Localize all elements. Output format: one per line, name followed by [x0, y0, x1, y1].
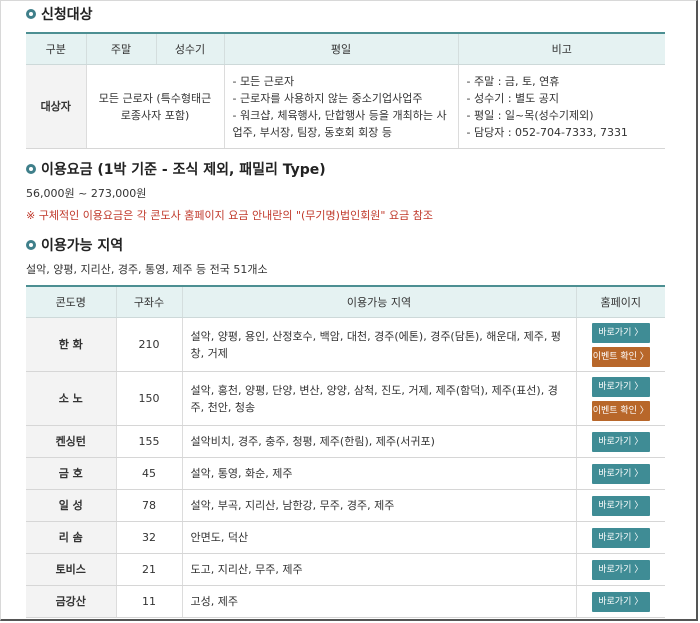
section-fee-title: 이용요금 (1박 기준 - 조식 제외, 패밀리 Type)	[26, 159, 666, 179]
table-row: 금 호 45 설악, 통영, 화순, 제주 바로가기 〉	[26, 457, 665, 490]
available-areas: 설악비치, 경주, 충주, 청평, 제주(한림), 제주(서귀포)	[181, 425, 576, 458]
homepage-cell: 바로가기 〉	[575, 457, 665, 490]
bullet-icon	[26, 9, 36, 19]
col-header: 성수기	[155, 32, 224, 65]
homepage-button[interactable]: 바로가기 〉	[591, 495, 650, 516]
condo-name: 금강산	[26, 585, 116, 618]
available-areas: 설악, 통영, 화순, 제주	[181, 457, 576, 490]
bullet-icon	[26, 240, 36, 250]
condo-name: 일 성	[26, 489, 116, 522]
account-count: 155	[115, 425, 182, 458]
account-count: 11	[115, 585, 182, 618]
apply-weekend: 모든 근로자 (특수형태근로종사자 포함)	[85, 64, 224, 149]
fee-range: 56,000원 ~ 273,000원	[26, 187, 147, 200]
col-header: 이용가능 지역	[181, 285, 576, 318]
apply-table-header: 구분 주말 성수기 평일 비고	[26, 32, 665, 65]
section-region-title: 이용가능 지역	[26, 235, 666, 255]
table-row: 금강산 11 고성, 제주 바로가기 〉	[26, 585, 665, 618]
condo-name: 한 화	[26, 317, 116, 372]
account-count: 150	[115, 371, 182, 426]
account-count: 21	[115, 553, 182, 586]
homepage-button[interactable]: 바로가기 〉	[591, 463, 650, 484]
apply-row-label: 대상자	[26, 64, 86, 149]
available-areas: 설악, 부곡, 지리산, 남한강, 무주, 경주, 제주	[181, 489, 576, 522]
condo-name: 리 솜	[26, 521, 116, 554]
account-count: 210	[115, 317, 182, 372]
page-content: 신청대상 구분 주말 성수기 평일 비고 대상자 모든 근로자 (특수형태근로종…	[26, 0, 666, 618]
homepage-button[interactable]: 바로가기 〉	[591, 591, 650, 612]
condo-table: 콘도명 구좌수 이용가능 지역 홈페이지 한 화 210 설악, 양평, 용인, 산…	[26, 285, 665, 618]
homepage-cell: 바로가기 〉	[575, 489, 665, 522]
col-header: 비고	[457, 32, 665, 65]
col-header: 평일	[223, 32, 458, 65]
homepage-button[interactable]: 바로가기 〉	[591, 527, 650, 548]
available-areas: 설악, 홍천, 양평, 단양, 변산, 양양, 삼척, 진도, 거제, 제주(함…	[181, 371, 576, 426]
col-header: 홈페이지	[575, 285, 665, 318]
table-row: 일 성 78 설악, 부곡, 지리산, 남한강, 무주, 경주, 제주 바로가기 〉	[26, 489, 665, 522]
condo-name: 켄싱턴	[26, 425, 116, 458]
bullet-icon	[26, 164, 36, 174]
available-areas: 도고, 지리산, 무주, 제주	[181, 553, 576, 586]
condo-name: 금 호	[26, 457, 116, 490]
region-summary: 설악, 양평, 지리산, 경주, 통영, 제주 등 전국 51개소	[26, 263, 268, 276]
homepage-cell: 바로가기 〉 이벤트 확인 〉	[575, 371, 665, 426]
homepage-button[interactable]: 바로가기 〉	[591, 376, 650, 397]
account-count: 45	[115, 457, 182, 490]
condo-name: 토비스	[26, 553, 116, 586]
homepage-cell: 바로가기 〉	[575, 521, 665, 554]
section-apply-title: 신청대상	[26, 4, 666, 24]
event-check-button[interactable]: 이벤트 확인 〉	[591, 346, 650, 367]
event-check-button[interactable]: 이벤트 확인 〉	[591, 400, 650, 421]
available-areas: 고성, 제주	[181, 585, 576, 618]
col-header: 구좌수	[115, 285, 182, 318]
homepage-cell: 바로가기 〉 이벤트 확인 〉	[575, 317, 665, 372]
homepage-cell: 바로가기 〉	[575, 425, 665, 458]
table-row: 토비스 21 도고, 지리산, 무주, 제주 바로가기 〉	[26, 553, 665, 586]
apply-table: 구분 주말 성수기 평일 비고 대상자 모든 근로자 (특수형태근로종사자 포함…	[26, 32, 665, 149]
homepage-button[interactable]: 바로가기 〉	[591, 431, 650, 452]
fee-notice: ※ 구체적인 이용요금은 각 콘도사 홈페이지 요금 안내란의 "(무기명)법인…	[26, 209, 433, 222]
table-row: 소 노 150 설악, 홍천, 양평, 단양, 변산, 양양, 삼척, 진도, 거제…	[26, 371, 665, 426]
account-count: 32	[115, 521, 182, 554]
col-header: 구분	[26, 32, 86, 65]
homepage-cell: 바로가기 〉	[575, 585, 665, 618]
condo-table-header: 콘도명 구좌수 이용가능 지역 홈페이지	[26, 285, 665, 318]
table-row: 한 화 210 설악, 양평, 용인, 산정호수, 백암, 대천, 경주(에톤), …	[26, 317, 665, 372]
available-areas: 안면도, 덕산	[181, 521, 576, 554]
homepage-button[interactable]: 바로가기 〉	[591, 322, 650, 343]
homepage-button[interactable]: 바로가기 〉	[591, 559, 650, 580]
apply-weekday: - 모든 근로자 - 근로자를 사용하지 않는 중소기업사업주 - 워크샵, 체…	[223, 64, 458, 149]
account-count: 78	[115, 489, 182, 522]
homepage-cell: 바로가기 〉	[575, 553, 665, 586]
apply-remarks: - 주말 : 금, 토, 연휴 - 성수기 : 별도 공지 - 평일 : 일~목…	[457, 64, 665, 149]
table-row: 켄싱턴 155 설악비치, 경주, 충주, 청평, 제주(한림), 제주(서귀포) 바…	[26, 425, 665, 458]
available-areas: 설악, 양평, 용인, 산정호수, 백암, 대천, 경주(에톤), 경주(담톤)…	[181, 317, 576, 372]
col-header: 콘도명	[26, 285, 116, 318]
condo-name: 소 노	[26, 371, 116, 426]
col-header: 주말	[85, 32, 156, 65]
table-row: 리 솜 32 안면도, 덕산 바로가기 〉	[26, 521, 665, 554]
apply-row: 대상자 모든 근로자 (특수형태근로종사자 포함) - 모든 근로자 - 근로자…	[26, 64, 665, 149]
